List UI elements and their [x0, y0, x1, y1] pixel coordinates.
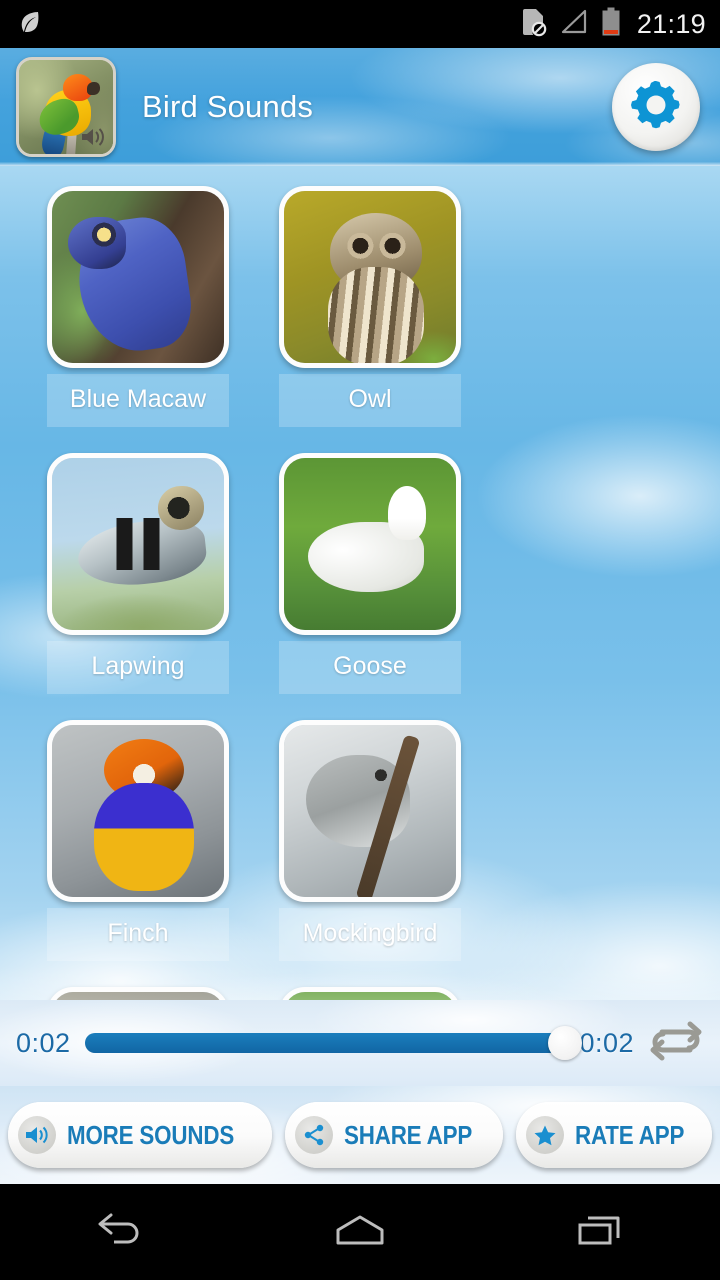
goose-photo — [284, 458, 456, 630]
sound-tile-image[interactable] — [47, 720, 229, 902]
recents-button[interactable] — [525, 1184, 675, 1280]
action-button-bar: MORE SOUNDS SHARE APP RATE APP — [0, 1086, 720, 1184]
sound-tile[interactable]: Lapwing — [22, 453, 254, 694]
speaker-icon — [18, 1116, 57, 1154]
back-icon — [92, 1208, 148, 1257]
back-button[interactable] — [45, 1184, 195, 1280]
sound-tile[interactable]: Goose — [254, 453, 486, 694]
seek-bar[interactable] — [84, 1026, 583, 1060]
share-app-button[interactable]: SHARE APP — [284, 1102, 503, 1168]
sound-tile-label: Blue Macaw — [47, 374, 229, 427]
repeat-button[interactable] — [648, 1021, 704, 1065]
settings-button[interactable] — [612, 63, 700, 151]
android-nav-bar — [0, 1184, 720, 1280]
phone-screen: 21:19 Bird Sounds Blue Macaw Owl Lapwing… — [0, 0, 720, 1280]
sound-tile[interactable]: Mockingbird — [254, 720, 486, 961]
sound-tile-label: Owl — [279, 374, 461, 427]
player-bar: 0:02 0:02 — [0, 1000, 720, 1086]
sound-grid-scroll[interactable]: Blue Macaw Owl Lapwing Goose Finch Mocki… — [0, 166, 720, 1096]
owl-photo — [284, 191, 456, 363]
seek-thumb[interactable] — [548, 1026, 583, 1060]
sound-tile-image[interactable] — [279, 186, 461, 368]
seek-fill — [84, 1033, 566, 1053]
sound-tile-label: Lapwing — [47, 641, 229, 694]
status-bar-clock: 21:19 — [636, 8, 706, 39]
repeat-icon — [649, 1020, 703, 1067]
mockingbird-photo — [284, 725, 456, 897]
sound-tile[interactable]: Finch — [22, 720, 254, 961]
more-sounds-button[interactable]: MORE SOUNDS — [8, 1102, 272, 1168]
sound-tile[interactable]: Blue Macaw — [22, 186, 254, 427]
finch-photo — [52, 725, 224, 897]
recents-icon — [574, 1208, 626, 1257]
status-bar-notifications — [18, 9, 42, 40]
gear-icon — [628, 77, 684, 138]
status-bar-system-icons: 21:19 — [521, 7, 706, 42]
sound-tile-label: Goose — [279, 641, 461, 694]
speaker-badge-icon — [77, 122, 111, 152]
sound-tile-label: Mockingbird — [279, 908, 461, 961]
blue-macaw-photo — [52, 191, 224, 363]
sound-tile[interactable]: Owl — [254, 186, 486, 427]
share-app-label: SHARE APP — [343, 1119, 472, 1150]
sound-tile-image[interactable] — [279, 720, 461, 902]
rate-app-label: RATE APP — [574, 1119, 684, 1150]
rate-app-button[interactable]: RATE APP — [515, 1102, 712, 1168]
home-button[interactable] — [285, 1184, 435, 1280]
sound-tile-image[interactable] — [279, 453, 461, 635]
sound-tile-label: Finch — [47, 908, 229, 961]
pause-icon[interactable] — [116, 518, 160, 570]
home-icon — [332, 1208, 388, 1257]
no-sim-card-icon — [521, 7, 547, 42]
sound-tile-image[interactable] — [47, 453, 229, 635]
app-header: Bird Sounds — [0, 48, 720, 166]
total-time-label: 0:02 — [579, 1027, 634, 1058]
current-time-label: 0:02 — [16, 1027, 71, 1058]
more-sounds-label: MORE SOUNDS — [67, 1119, 235, 1150]
sound-tile-image[interactable] — [47, 186, 229, 368]
sound-grid: Blue Macaw Owl Lapwing Goose Finch Mocki… — [0, 186, 720, 1096]
leaf-icon — [18, 9, 42, 40]
parrot-app-icon — [16, 57, 116, 157]
share-icon — [294, 1116, 333, 1154]
status-bar: 21:19 — [0, 0, 720, 48]
page-title: Bird Sounds — [142, 89, 314, 124]
star-icon — [525, 1116, 564, 1154]
signal-empty-icon — [560, 9, 588, 40]
battery-low-icon — [601, 7, 621, 42]
